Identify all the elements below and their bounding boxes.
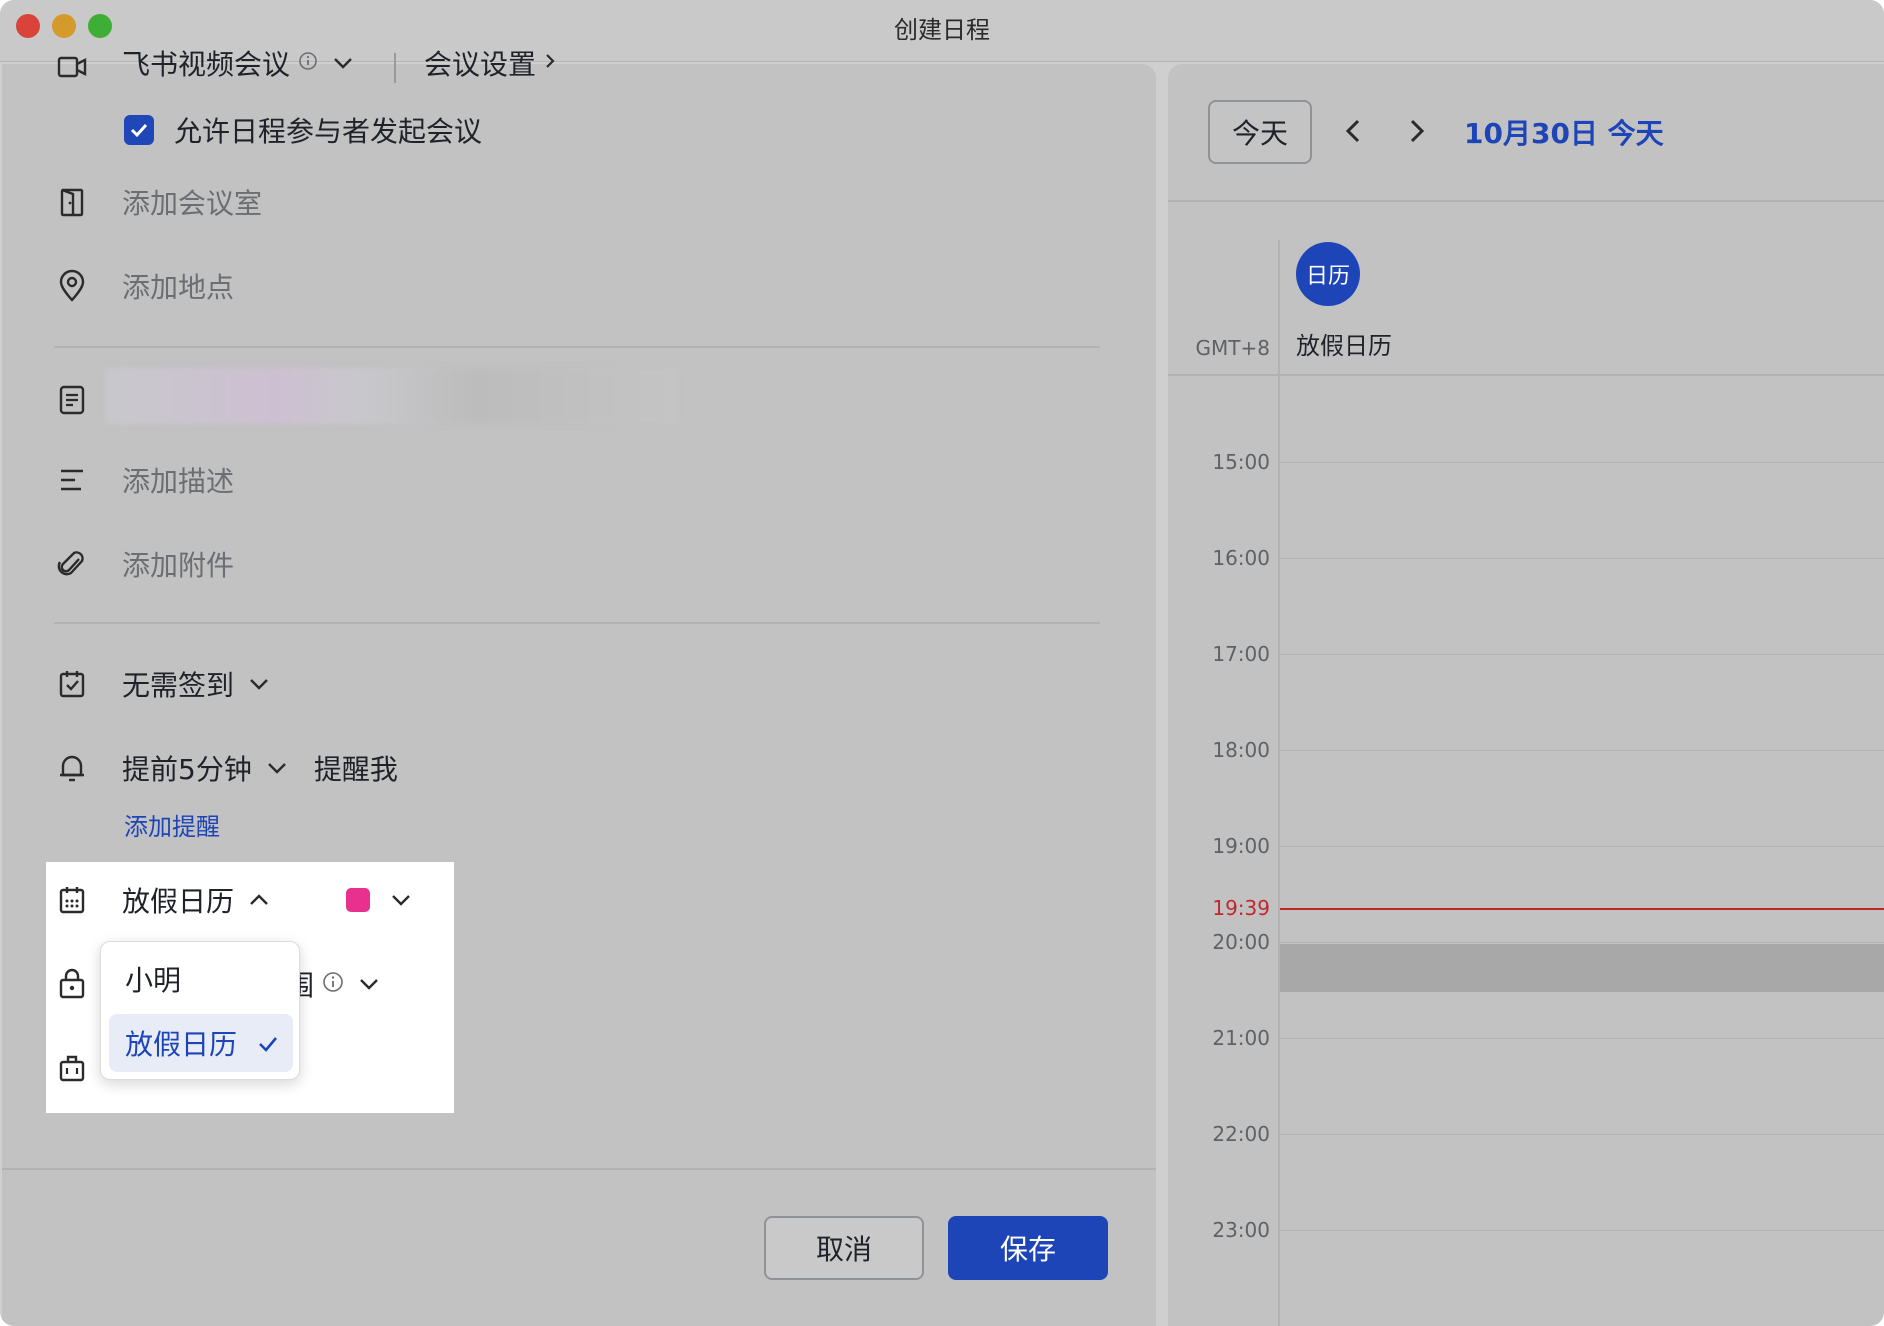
calendar-column-name: 放假日历 xyxy=(1296,332,1392,360)
calendar-color-swatch[interactable] xyxy=(346,888,371,912)
door-icon xyxy=(54,184,90,220)
hour-gridline xyxy=(1280,1038,1884,1039)
calendar-option[interactable]: 小明 xyxy=(109,950,293,1008)
hour-label: 18:00 xyxy=(1212,738,1270,762)
hour-label: 20:00 xyxy=(1212,930,1270,954)
hour-label: 19:00 xyxy=(1212,834,1270,858)
add-attachment-row[interactable]: 添加附件 xyxy=(54,544,234,584)
reminder-row[interactable]: 提前5分钟 提醒我 xyxy=(54,748,398,788)
section-divider xyxy=(54,346,1100,348)
cancel-button[interactable]: 取消 xyxy=(764,1216,924,1280)
calendar-avatar: 日历 xyxy=(1296,242,1360,306)
today-button[interactable]: 今天 xyxy=(1208,100,1312,164)
chevron-down-icon[interactable] xyxy=(390,889,412,911)
meeting-settings-link[interactable]: 会议设置 xyxy=(424,50,536,83)
text-lines-icon xyxy=(54,462,90,498)
calendar-preview-panel xyxy=(1168,64,1884,1326)
allow-attendees-start-meeting[interactable]: 允许日程参与者发起会议 xyxy=(124,110,482,150)
hour-gridline xyxy=(1280,846,1884,847)
reminder-value: 提前5分钟 xyxy=(122,753,252,786)
add-attachment-placeholder: 添加附件 xyxy=(122,549,235,582)
briefcase-icon xyxy=(54,1050,90,1086)
chevron-down-icon[interactable] xyxy=(332,52,354,74)
add-room-placeholder: 添加会议室 xyxy=(122,187,263,220)
location-pin-icon xyxy=(54,268,90,304)
checkin-value: 无需签到 xyxy=(122,669,235,702)
add-reminder-label: 添加提醒 xyxy=(124,812,220,841)
checkbox-checked[interactable] xyxy=(124,115,154,145)
add-description-placeholder: 添加描述 xyxy=(122,465,235,498)
calendar-option-label: 放假日历 xyxy=(125,1028,238,1061)
chevron-up-icon[interactable] xyxy=(248,889,270,911)
checkmark-icon xyxy=(257,1027,279,1060)
current-time-line xyxy=(1280,908,1884,910)
hour-gridline xyxy=(1280,750,1884,751)
window-title: 创建日程 xyxy=(894,16,990,44)
hour-label: 15:00 xyxy=(1212,450,1270,474)
section-divider xyxy=(54,622,1100,624)
add-description-row[interactable]: 添加描述 xyxy=(54,460,234,500)
calendar-option-selected[interactable]: 放假日历 xyxy=(109,1014,293,1072)
add-reminder-link[interactable]: 添加提醒 xyxy=(124,808,220,841)
lock-icon xyxy=(54,966,90,1002)
hour-label: 17:00 xyxy=(1212,642,1270,666)
hour-gridline xyxy=(1280,558,1884,559)
hour-label: 16:00 xyxy=(1212,546,1270,570)
add-location-placeholder: 添加地点 xyxy=(122,271,235,304)
reminder-suffix: 提醒我 xyxy=(313,753,398,786)
calendar-select-value: 放假日历 xyxy=(122,885,235,918)
video-meeting-row[interactable]: 飞书视频会议 会议设置 xyxy=(54,50,556,86)
timeline-top-divider xyxy=(1168,374,1884,376)
calendar-check-icon xyxy=(54,666,90,702)
hour-gridline xyxy=(1280,1134,1884,1135)
hour-label: 22:00 xyxy=(1212,1122,1270,1146)
calendar-option-label: 小明 xyxy=(125,964,182,997)
blurred-content xyxy=(106,368,676,424)
chevron-right-icon xyxy=(544,53,556,73)
add-room-row[interactable]: 添加会议室 xyxy=(54,182,262,222)
hour-gridline xyxy=(1280,654,1884,655)
separator xyxy=(394,53,397,83)
calendar-select-row[interactable]: 放假日历 xyxy=(54,880,412,920)
add-location-row[interactable]: 添加地点 xyxy=(54,266,234,306)
calendar-grid-icon xyxy=(54,882,90,918)
hour-gridline xyxy=(1280,462,1884,463)
chevron-down-icon[interactable] xyxy=(266,757,288,779)
allow-attendees-label: 允许日程参与者发起会议 xyxy=(174,115,483,148)
bell-icon xyxy=(54,750,90,786)
header-divider xyxy=(1168,200,1884,202)
chevron-left-icon[interactable] xyxy=(1338,116,1368,146)
new-event-block[interactable] xyxy=(1280,944,1884,992)
time-column-divider xyxy=(1278,240,1280,1326)
hour-gridline xyxy=(1280,942,1884,943)
save-button[interactable]: 保存 xyxy=(948,1216,1108,1280)
chevron-down-icon[interactable] xyxy=(358,973,380,995)
info-icon[interactable] xyxy=(298,51,318,75)
current-date-label: 10月30日 今天 xyxy=(1464,117,1664,150)
chevron-right-icon[interactable] xyxy=(1402,116,1432,146)
calendar-dropdown-menu: 小明 放假日历 xyxy=(100,941,300,1080)
document-icon xyxy=(54,382,90,418)
video-camera-icon xyxy=(54,50,90,86)
timezone-label: GMT+8 xyxy=(1195,336,1270,360)
hour-gridline xyxy=(1280,1230,1884,1231)
create-event-window: 创建日程 飞书视频会议 会议设置 允许日程参与者发起会议 添加会议室 添加地点 … xyxy=(0,0,1884,1326)
paperclip-icon xyxy=(54,546,90,582)
hour-label: 21:00 xyxy=(1212,1026,1270,1050)
hour-label: 23:00 xyxy=(1212,1218,1270,1242)
chevron-down-icon[interactable] xyxy=(248,673,270,695)
current-time-label: 19:39 xyxy=(1212,896,1270,920)
video-meeting-label: 飞书视频会议 xyxy=(122,50,291,81)
info-icon[interactable] xyxy=(322,971,344,997)
checkin-row[interactable]: 无需签到 xyxy=(54,664,270,704)
footer-divider xyxy=(2,1168,1156,1170)
